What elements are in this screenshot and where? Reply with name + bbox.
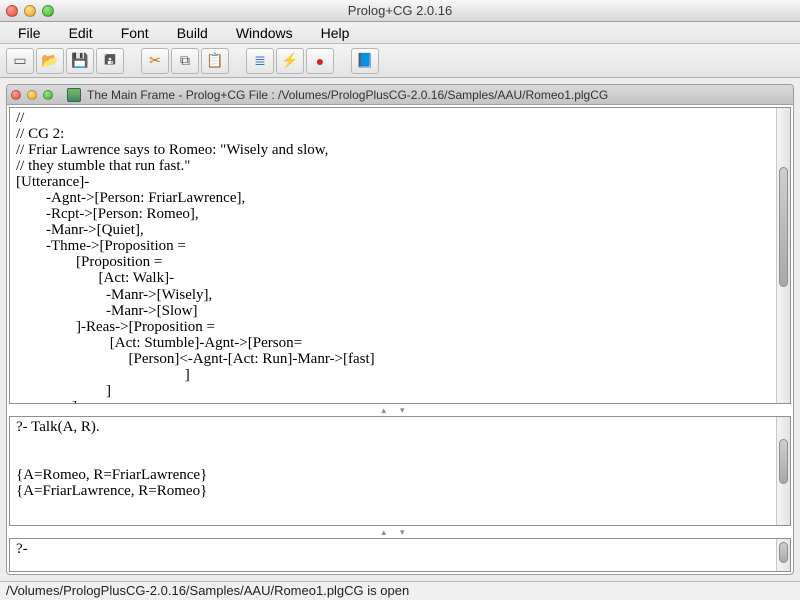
scrollbar[interactable] xyxy=(776,539,790,571)
menu-help[interactable]: Help xyxy=(307,23,364,43)
status-text: /Volumes/PrologPlusCG-2.0.16/Samples/AAU… xyxy=(6,583,409,598)
menu-bar: File Edit Font Build Windows Help xyxy=(0,22,800,44)
menu-file[interactable]: File xyxy=(4,23,55,43)
toolbar xyxy=(0,44,800,78)
query-input-pane[interactable]: ?- xyxy=(9,538,791,572)
new-button[interactable] xyxy=(6,48,34,74)
query-input-content[interactable]: ?- xyxy=(10,539,776,571)
save-all-button[interactable] xyxy=(96,48,124,74)
query-output-content: ?- Talk(A, R). {A=Romeo, R=FriarLawrence… xyxy=(10,417,776,525)
zoom-icon[interactable] xyxy=(43,90,53,100)
status-bar: /Volumes/PrologPlusCG-2.0.16/Samples/AAU… xyxy=(0,581,800,600)
menu-font[interactable]: Font xyxy=(107,23,163,43)
splitter[interactable]: ▴▾ xyxy=(9,406,791,414)
workspace: The Main Frame - Prolog+CG File : /Volum… xyxy=(0,78,800,581)
source-editor-pane[interactable]: // // CG 2: // Friar Lawrence says to Ro… xyxy=(9,107,791,404)
copy-button[interactable] xyxy=(171,48,199,74)
document-title: The Main Frame - Prolog+CG File : /Volum… xyxy=(87,88,608,102)
file-type-icon xyxy=(67,88,81,102)
menu-build[interactable]: Build xyxy=(163,23,222,43)
cut-button[interactable] xyxy=(141,48,169,74)
window-controls xyxy=(6,5,54,17)
stop-button[interactable] xyxy=(306,48,334,74)
save-button[interactable] xyxy=(66,48,94,74)
document-window-controls xyxy=(11,90,53,100)
window-titlebar: Prolog+CG 2.0.16 xyxy=(0,0,800,22)
minimize-icon[interactable] xyxy=(24,5,36,17)
open-button[interactable] xyxy=(36,48,64,74)
help-button[interactable] xyxy=(351,48,379,74)
zoom-icon[interactable] xyxy=(42,5,54,17)
source-editor-content[interactable]: // // CG 2: // Friar Lawrence says to Ro… xyxy=(10,108,776,403)
document-window: The Main Frame - Prolog+CG File : /Volum… xyxy=(6,84,794,575)
menu-edit[interactable]: Edit xyxy=(55,23,107,43)
menu-windows[interactable]: Windows xyxy=(222,23,307,43)
close-icon[interactable] xyxy=(6,5,18,17)
document-titlebar: The Main Frame - Prolog+CG File : /Volum… xyxy=(7,85,793,105)
window-title: Prolog+CG 2.0.16 xyxy=(0,3,800,18)
format-button[interactable] xyxy=(246,48,274,74)
minimize-icon[interactable] xyxy=(27,90,37,100)
scrollbar[interactable] xyxy=(776,108,790,403)
splitter[interactable]: ▴▾ xyxy=(9,528,791,536)
query-output-pane[interactable]: ?- Talk(A, R). {A=Romeo, R=FriarLawrence… xyxy=(9,416,791,526)
close-icon[interactable] xyxy=(11,90,21,100)
scrollbar[interactable] xyxy=(776,417,790,525)
paste-button[interactable] xyxy=(201,48,229,74)
run-button[interactable] xyxy=(276,48,304,74)
